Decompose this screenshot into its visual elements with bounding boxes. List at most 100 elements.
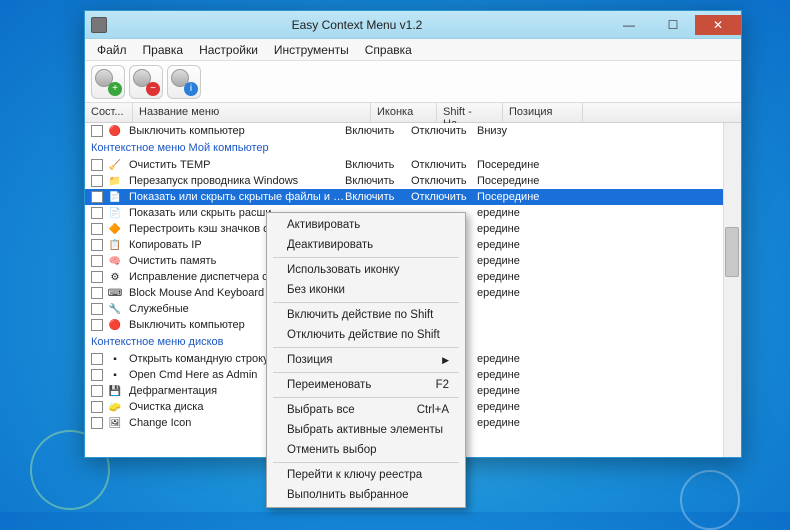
- row-icon: 🔴: [107, 124, 123, 138]
- close-button[interactable]: ✕: [695, 15, 741, 35]
- column-headers: Сост... Название меню Иконка Shift - На.…: [85, 103, 741, 123]
- list-row[interactable]: 🔴Выключить компьютерВключитьОтключитьВни…: [85, 123, 741, 139]
- menu-file[interactable]: Файл: [89, 41, 135, 59]
- row-icon: ⚙: [107, 270, 123, 284]
- row-checkbox[interactable]: [91, 223, 103, 235]
- row-col-pos: Посередине: [477, 159, 557, 171]
- list-row[interactable]: 📄 Показать или скрыть скрытые файлы и пап…: [85, 189, 741, 205]
- context-menu: Активировать Деактивировать Использовать и…: [266, 212, 466, 508]
- row-col-pos: ередине: [477, 287, 557, 299]
- row-icon: 📄: [107, 206, 123, 220]
- context-menu-item[interactable]: Активировать: [269, 215, 463, 235]
- row-name: Очистить TEMP: [129, 159, 345, 171]
- context-menu-separator: [273, 462, 459, 463]
- row-col-pos: ередине: [477, 239, 557, 251]
- row-checkbox[interactable]: [91, 353, 103, 365]
- row-icon: 💾: [107, 384, 123, 398]
- list-row[interactable]: 🧹Очистить TEMPВключитьОтключитьПосередин…: [85, 157, 741, 173]
- row-icon: 📋: [107, 238, 123, 252]
- row-col-icon: Включить: [345, 191, 411, 203]
- list-row[interactable]: 📁Перезапуск проводника WindowsВключитьОт…: [85, 173, 741, 189]
- context-menu-label: Отключить действие по Shift: [287, 329, 440, 341]
- header-icon[interactable]: Иконка: [371, 103, 437, 122]
- minimize-button[interactable]: —: [607, 15, 651, 35]
- toolbar-add-button[interactable]: +: [91, 65, 125, 99]
- row-checkbox[interactable]: [91, 303, 103, 315]
- context-menu-item[interactable]: Перейти к ключу реестра: [269, 465, 463, 485]
- toolbar: + − i: [85, 61, 741, 103]
- context-menu-item[interactable]: Включить действие по Shift: [269, 305, 463, 325]
- row-col-pos: ередине: [477, 207, 557, 219]
- context-menu-label: Отменить выбор: [287, 444, 377, 456]
- app-icon: [91, 17, 107, 33]
- row-name: Показать или скрыть скрытые файлы и папк…: [129, 191, 345, 203]
- header-position[interactable]: Позиция: [503, 103, 583, 122]
- row-checkbox[interactable]: [91, 239, 103, 251]
- context-menu-item[interactable]: Выполнить выбранное: [269, 485, 463, 505]
- header-state[interactable]: Сост...: [85, 103, 133, 122]
- context-menu-label: Выбрать активные элементы: [287, 424, 443, 436]
- row-name: Перезапуск проводника Windows: [129, 175, 345, 187]
- menu-settings[interactable]: Настройки: [191, 41, 266, 59]
- context-menu-shortcut: Ctrl+A: [417, 404, 449, 416]
- context-menu-label: Деактивировать: [287, 239, 373, 251]
- context-menu-item[interactable]: Выбрать всеCtrl+A: [269, 400, 463, 420]
- row-checkbox[interactable]: [91, 369, 103, 381]
- toolbar-info-button[interactable]: i: [167, 65, 201, 99]
- context-menu-label: Включить действие по Shift: [287, 309, 433, 321]
- context-menu-item[interactable]: Выбрать активные элементы: [269, 420, 463, 440]
- maximize-button[interactable]: ☐: [651, 15, 695, 35]
- row-col-icon: Включить: [345, 125, 411, 137]
- row-checkbox[interactable]: [91, 159, 103, 171]
- menu-tools[interactable]: Инструменты: [266, 41, 357, 59]
- context-menu-item[interactable]: Использовать иконку: [269, 260, 463, 280]
- row-icon: 🧠: [107, 254, 123, 268]
- row-checkbox[interactable]: [91, 417, 103, 429]
- row-col-pos: ередине: [477, 369, 557, 381]
- row-col-pos: ередине: [477, 353, 557, 365]
- row-icon: ⌨: [107, 286, 123, 300]
- row-checkbox[interactable]: [91, 287, 103, 299]
- row-checkbox[interactable]: [91, 191, 103, 203]
- row-icon: ▪: [107, 368, 123, 382]
- row-checkbox[interactable]: [91, 401, 103, 413]
- row-col-pos: ередине: [477, 271, 557, 283]
- context-menu-separator: [273, 302, 459, 303]
- row-checkbox[interactable]: [91, 255, 103, 267]
- row-checkbox[interactable]: [91, 175, 103, 187]
- menu-edit[interactable]: Правка: [135, 41, 192, 59]
- context-menu-item[interactable]: Позиция▶: [269, 350, 463, 370]
- row-checkbox[interactable]: [91, 125, 103, 137]
- row-checkbox[interactable]: [91, 271, 103, 283]
- context-menu-item[interactable]: ПереименоватьF2: [269, 375, 463, 395]
- row-col-shift: Отключить: [411, 125, 477, 137]
- titlebar[interactable]: Easy Context Menu v1.2 — ☐ ✕: [85, 11, 741, 39]
- row-icon: ▪: [107, 352, 123, 366]
- row-col-pos: ередине: [477, 417, 557, 429]
- context-menu-label: Без иконки: [287, 284, 345, 296]
- menu-help[interactable]: Справка: [357, 41, 420, 59]
- context-menu-item[interactable]: Без иконки: [269, 280, 463, 300]
- row-icon: 📄: [107, 190, 123, 204]
- row-checkbox[interactable]: [91, 385, 103, 397]
- context-menu-label: Переименовать: [287, 379, 371, 391]
- context-menu-item[interactable]: Отменить выбор: [269, 440, 463, 460]
- header-shift[interactable]: Shift - На...: [437, 103, 503, 122]
- row-icon: 🔶: [107, 222, 123, 236]
- context-menu-separator: [273, 372, 459, 373]
- context-menu-separator: [273, 397, 459, 398]
- context-menu-label: Использовать иконку: [287, 264, 399, 276]
- scrollbar-thumb[interactable]: [725, 227, 739, 277]
- scrollbar-track[interactable]: [723, 123, 741, 457]
- context-menu-item[interactable]: Отключить действие по Shift: [269, 325, 463, 345]
- context-menu-item[interactable]: Деактивировать: [269, 235, 463, 255]
- submenu-arrow-icon: ▶: [442, 355, 449, 366]
- row-col-shift: Отключить: [411, 191, 477, 203]
- header-name[interactable]: Название меню: [133, 103, 371, 122]
- row-checkbox[interactable]: [91, 319, 103, 331]
- row-checkbox[interactable]: [91, 207, 103, 219]
- row-col-shift: Отключить: [411, 175, 477, 187]
- row-icon: 🔴: [107, 318, 123, 332]
- toolbar-remove-button[interactable]: −: [129, 65, 163, 99]
- menubar: Файл Правка Настройки Инструменты Справк…: [85, 39, 741, 61]
